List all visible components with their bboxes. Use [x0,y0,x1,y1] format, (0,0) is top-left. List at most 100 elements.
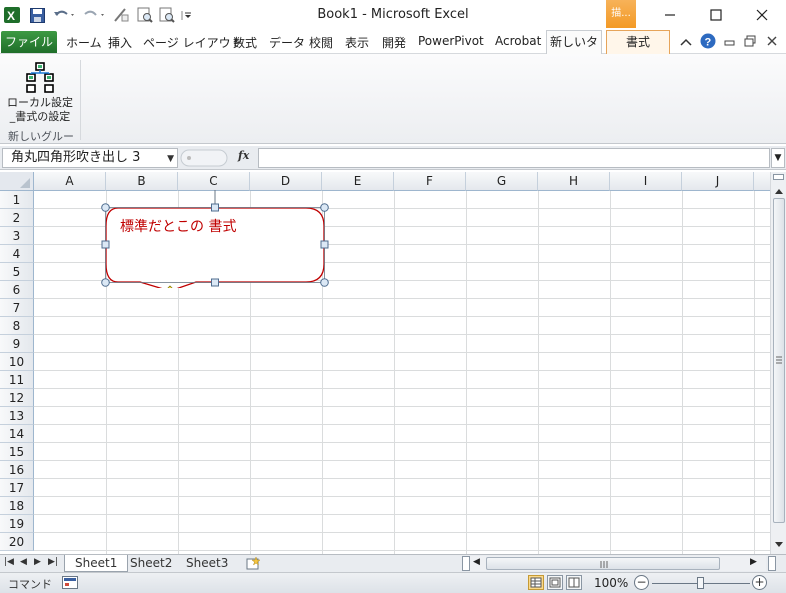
tab-home[interactable]: ホーム [66,34,102,51]
last-sheet-icon[interactable]: ▶| [48,557,58,567]
gridline [466,191,467,554]
row-header-6[interactable]: 6 [0,281,34,299]
tab-formulas[interactable]: 数式 [233,34,257,51]
scroll-left-icon[interactable]: ◀ [473,557,480,567]
format-painter-icon[interactable] [112,6,130,24]
row-header-1[interactable]: 1 [0,191,34,209]
scroll-up-icon[interactable] [774,184,784,198]
column-header-k-partial[interactable] [754,172,770,191]
row-header-18[interactable]: 18 [0,497,34,515]
row-header-5[interactable]: 5 [0,263,34,281]
row-header-10[interactable]: 10 [0,353,34,371]
quick-print-icon[interactable] [158,6,176,24]
undo-icon[interactable] [52,6,78,24]
row-header-16[interactable]: 16 [0,461,34,479]
page-layout-view-button[interactable] [547,575,563,590]
tab-review[interactable]: 校閲 [309,34,333,51]
row-header-9[interactable]: 9 [0,335,34,353]
redo-icon[interactable] [82,6,108,24]
excel-logo-icon[interactable]: X [3,6,21,24]
column-header-j[interactable]: J [682,172,754,191]
column-header-e[interactable]: E [322,172,394,191]
rounded-rectangle-callout[interactable] [100,188,332,288]
vertical-scroll-thumb[interactable] [773,198,785,523]
insert-sheet-icon[interactable] [244,556,262,573]
tab-insert[interactable]: 挿入 [108,34,132,51]
tab-data[interactable]: データ [269,34,305,51]
row-header-8[interactable]: 8 [0,317,34,335]
page-break-view-button[interactable] [566,575,582,590]
zoom-slider-thumb[interactable] [697,577,704,589]
macro-record-icon[interactable] [62,576,78,589]
next-sheet-icon[interactable]: ▶ [34,557,41,567]
column-header-i[interactable]: I [610,172,682,191]
print-preview-icon[interactable] [136,6,154,24]
sheet-tab-sheet1[interactable]: Sheet1 [64,555,129,572]
zoom-in-button[interactable]: + [752,575,767,590]
column-header-h[interactable]: H [538,172,610,191]
minimize-button[interactable] [650,4,690,26]
tab-new-tab[interactable]: 新しいタブ [546,30,602,71]
zoom-level[interactable]: 100% [594,576,628,590]
column-header-g[interactable]: G [466,172,538,191]
customize-qat-icon[interactable] [180,6,194,24]
select-all-corner[interactable] [0,172,34,191]
tab-split-handle[interactable] [462,556,470,571]
tab-file[interactable]: ファイル [1,31,57,53]
gridline [34,352,770,353]
save-icon[interactable] [28,6,46,24]
horizontal-scrollbar[interactable]: ◀ ▶ [470,556,766,571]
formula-bar-splitter-icon[interactable] [180,148,232,168]
gridline [34,334,770,335]
row-header-12[interactable]: 12 [0,389,34,407]
doc-close-icon[interactable] [766,35,778,50]
button-label-line1: ローカル設定 [7,96,73,109]
row-header-7[interactable]: 7 [0,299,34,317]
hsplit-box-icon[interactable] [768,556,776,571]
row-header-11[interactable]: 11 [0,371,34,389]
insert-function-icon[interactable]: fx [238,149,249,162]
tab-developer[interactable]: 開発 [382,34,406,51]
doc-restore-icon[interactable] [744,35,756,50]
sheet-tab-sheet2[interactable]: Sheet2 [120,555,182,572]
column-header-a[interactable]: A [34,172,106,191]
local-format-settings-button[interactable]: ローカル設定 _書式の設定 [4,58,76,126]
tab-format[interactable]: 書式 [606,30,670,55]
tab-view[interactable]: 表示 [345,34,369,51]
prev-sheet-icon[interactable]: ◀ [20,557,27,567]
zoom-out-button[interactable]: − [634,575,649,590]
sheet-tab-bar: |◀ ◀ ▶ ▶| Sheet1 Sheet2 Sheet3 ◀ ▶ [0,554,786,572]
horizontal-scroll-thumb[interactable] [486,557,720,570]
row-header-13[interactable]: 13 [0,407,34,425]
row-header-15[interactable]: 15 [0,443,34,461]
normal-view-button[interactable] [528,575,544,590]
sheet-tab-sheet3[interactable]: Sheet3 [176,555,238,572]
callout-text[interactable]: 標準だとこの 書式 [120,216,236,236]
row-header-19[interactable]: 19 [0,515,34,533]
tab-acrobat[interactable]: Acrobat [495,34,541,48]
name-box[interactable]: 角丸四角形吹き出し 3 ▼ [2,148,178,168]
expand-formula-bar-icon[interactable]: ▼ [771,148,785,168]
close-button[interactable] [742,4,782,26]
scroll-right-icon[interactable]: ▶ [750,557,757,567]
column-header-f[interactable]: F [394,172,466,191]
minimize-ribbon-icon[interactable] [680,36,692,50]
doc-minimize-icon[interactable] [724,36,736,50]
row-header-14[interactable]: 14 [0,425,34,443]
row-header-17[interactable]: 17 [0,479,34,497]
formula-input[interactable] [258,148,770,168]
first-sheet-icon[interactable]: |◀ [4,557,14,567]
chevron-down-icon[interactable]: ▼ [167,150,174,168]
gridline [34,532,770,533]
row-header-20[interactable]: 20 [0,533,34,551]
row-header-4[interactable]: 4 [0,245,34,263]
tab-page-layout[interactable]: ページ レイアウト [143,34,243,51]
scroll-down-icon[interactable] [774,538,784,552]
maximize-button[interactable] [696,4,736,26]
tab-powerpivot[interactable]: PowerPivot [418,34,484,48]
help-icon[interactable]: ? [700,33,716,52]
split-box-icon[interactable] [773,174,784,180]
row-header-3[interactable]: 3 [0,227,34,245]
vertical-scrollbar[interactable] [770,172,786,554]
row-header-2[interactable]: 2 [0,209,34,227]
